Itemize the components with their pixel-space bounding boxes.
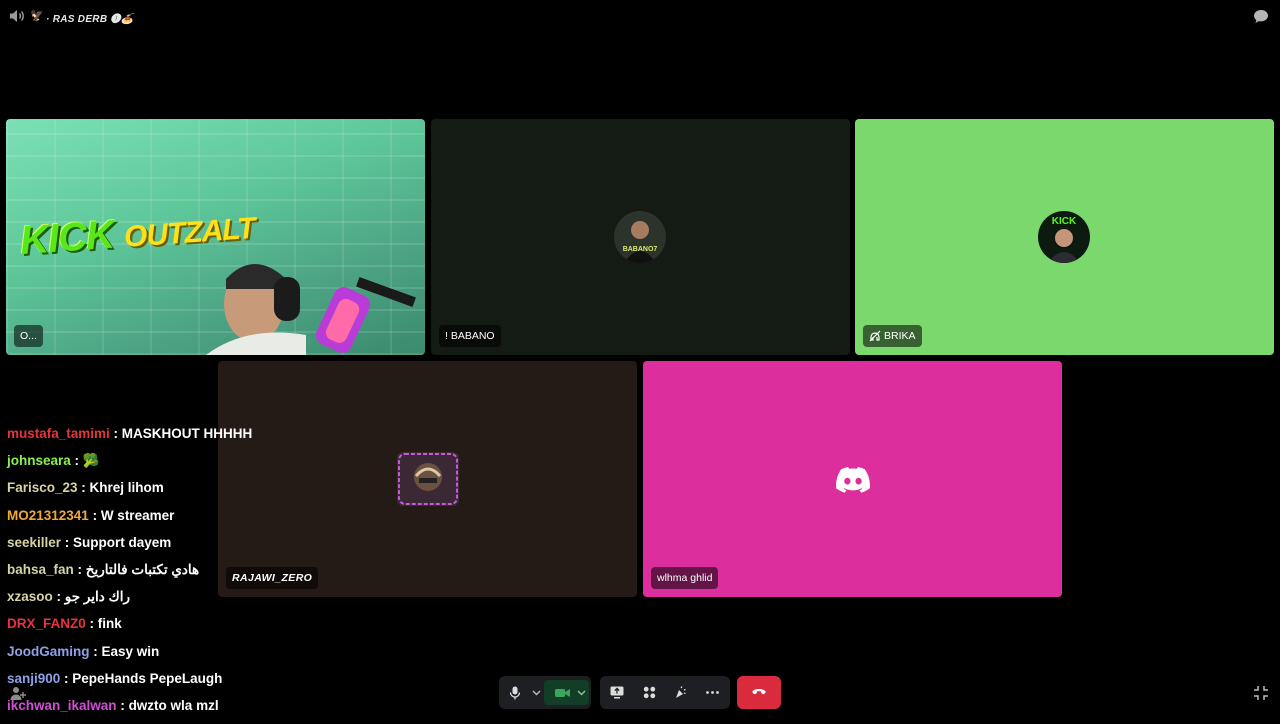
video-tile-babano[interactable]: BABANO7 ! BABANO bbox=[431, 119, 850, 355]
chevron-down-icon bbox=[577, 690, 585, 695]
chat-message: seekiller : Support dayem bbox=[7, 534, 307, 561]
chat-separator: : bbox=[77, 480, 90, 496]
exit-fullscreen-icon[interactable] bbox=[1253, 685, 1269, 701]
hang-up-phone-icon bbox=[752, 689, 766, 695]
channel-emoji: 🦅 bbox=[30, 10, 44, 22]
streamer-figure bbox=[206, 264, 416, 355]
chat-username[interactable]: sanji900 bbox=[7, 671, 60, 686]
chat-message: JoodGaming : Easy win bbox=[7, 643, 307, 670]
chat-text: Support dayem bbox=[73, 534, 172, 550]
more-options-button[interactable] bbox=[703, 676, 721, 709]
chat-text: Easy win bbox=[101, 643, 160, 659]
chat-message: Farisco_23 : Khrej lihom bbox=[7, 479, 307, 506]
chevron-down-icon bbox=[532, 690, 540, 695]
participant-avatar: KICK bbox=[1038, 211, 1090, 263]
chat-username[interactable]: mustafa_tamimi bbox=[7, 426, 110, 441]
chat-text: fink bbox=[97, 616, 122, 632]
participant-avatar bbox=[397, 452, 459, 506]
audio-video-controls bbox=[499, 676, 591, 709]
chat-text: Khrej lihom bbox=[89, 480, 164, 496]
channel-name: · RAS DERB 🅘🍝 bbox=[46, 14, 134, 25]
activity-controls bbox=[600, 676, 730, 709]
chat-username[interactable]: xzasoo bbox=[7, 589, 53, 604]
participant-avatar: BABANO7 bbox=[614, 211, 666, 263]
voice-channel-header: 🦅 · RAS DERB 🅘🍝 bbox=[0, 0, 1280, 32]
camera-icon bbox=[554, 688, 570, 697]
chat-bubble-icon[interactable] bbox=[1253, 9, 1269, 24]
participant-name-label: O... bbox=[14, 325, 43, 347]
disconnect-button[interactable] bbox=[737, 676, 781, 709]
chat-text: dwzto wla mzl bbox=[128, 697, 219, 713]
chat-separator: : bbox=[88, 507, 101, 523]
chat-text: MASKHOUT HHHHH bbox=[121, 426, 253, 441]
participant-name-label: ! BABANO bbox=[439, 325, 501, 347]
chat-message: johnseara : 🥦 bbox=[7, 452, 307, 479]
chat-username[interactable]: seekiller bbox=[7, 535, 61, 550]
microphone-button[interactable] bbox=[507, 676, 523, 709]
chat-message: MO21312341 : W streamer bbox=[7, 507, 307, 534]
chat-separator: : bbox=[61, 534, 74, 550]
chat-message: bahsa_fan : هادي تكتبات فالتاريخ bbox=[7, 561, 307, 588]
chat-overlay: mustafa_tamimi : MASKHOUT HHHHH johnseara… bbox=[7, 425, 307, 724]
video-tile-brika[interactable]: KICK BRIKA bbox=[855, 119, 1274, 355]
activities-icon bbox=[643, 686, 655, 699]
participant-name-label: wlhma ghlid bbox=[651, 567, 719, 589]
camera-button[interactable] bbox=[553, 676, 571, 709]
chat-text: راك داير جو bbox=[64, 589, 130, 605]
discord-logo-icon bbox=[836, 467, 870, 493]
chat-separator: : bbox=[70, 453, 83, 469]
chat-message: sanji900 : PepeHands PepeLaugh bbox=[7, 670, 307, 697]
chat-username[interactable]: DRX_FANZ0 bbox=[7, 616, 86, 631]
participant-name: BRIKA bbox=[884, 330, 916, 342]
soundboard-icon bbox=[676, 685, 686, 698]
chat-text: PepeHands PepeLaugh bbox=[72, 670, 223, 686]
screen-share-icon bbox=[610, 686, 624, 699]
chat-text: هادي تكتبات فالتاريخ bbox=[85, 561, 200, 577]
microphone-options-button[interactable] bbox=[529, 676, 543, 709]
chat-separator: : bbox=[109, 426, 122, 441]
chat-separator: : bbox=[89, 643, 102, 659]
chat-username[interactable]: JoodGaming bbox=[7, 644, 90, 659]
muted-headset-icon bbox=[869, 330, 881, 342]
chat-username[interactable]: MO21312341 bbox=[7, 508, 89, 523]
svg-text:KICK: KICK bbox=[1052, 216, 1077, 227]
kick-overlay-title: KICK bbox=[18, 212, 116, 264]
screen-share-button[interactable] bbox=[608, 676, 626, 709]
more-dots-icon bbox=[705, 691, 719, 694]
chat-separator: : bbox=[60, 670, 73, 686]
chat-separator: : bbox=[52, 589, 65, 605]
chat-username[interactable]: Farisco_23 bbox=[7, 480, 78, 495]
add-user-icon[interactable] bbox=[10, 685, 26, 701]
chat-message: DRX_FANZ0 : fink bbox=[7, 615, 307, 642]
chat-message: xzasoo : راك داير جو bbox=[7, 588, 307, 615]
chat-text: 🥦 bbox=[82, 453, 100, 469]
microphone-icon bbox=[509, 686, 521, 699]
camera-options-button[interactable] bbox=[575, 676, 587, 709]
chat-message: mustafa_tamimi : MASKHOUT HHHHH bbox=[7, 425, 307, 452]
video-tile-outzalt[interactable]: KICK OUTZALT O... bbox=[6, 119, 425, 355]
chat-separator: : bbox=[73, 561, 86, 577]
speaker-icon[interactable] bbox=[9, 9, 25, 23]
chat-separator: : bbox=[116, 697, 129, 713]
chat-username[interactable]: bahsa_fan bbox=[7, 562, 74, 577]
soundboard-button[interactable] bbox=[671, 676, 689, 709]
participant-name-label: BRIKA bbox=[863, 325, 922, 347]
video-tile-wlhma-ghlid[interactable]: wlhma ghlid bbox=[643, 361, 1062, 597]
chat-text: W streamer bbox=[100, 507, 175, 523]
chat-separator: : bbox=[85, 616, 98, 632]
svg-text:BABANO7: BABANO7 bbox=[623, 246, 658, 253]
kick-overlay-subtitle: OUTZALT bbox=[122, 211, 256, 254]
activities-button[interactable] bbox=[640, 676, 658, 709]
chat-username[interactable]: johnseara bbox=[7, 453, 71, 468]
